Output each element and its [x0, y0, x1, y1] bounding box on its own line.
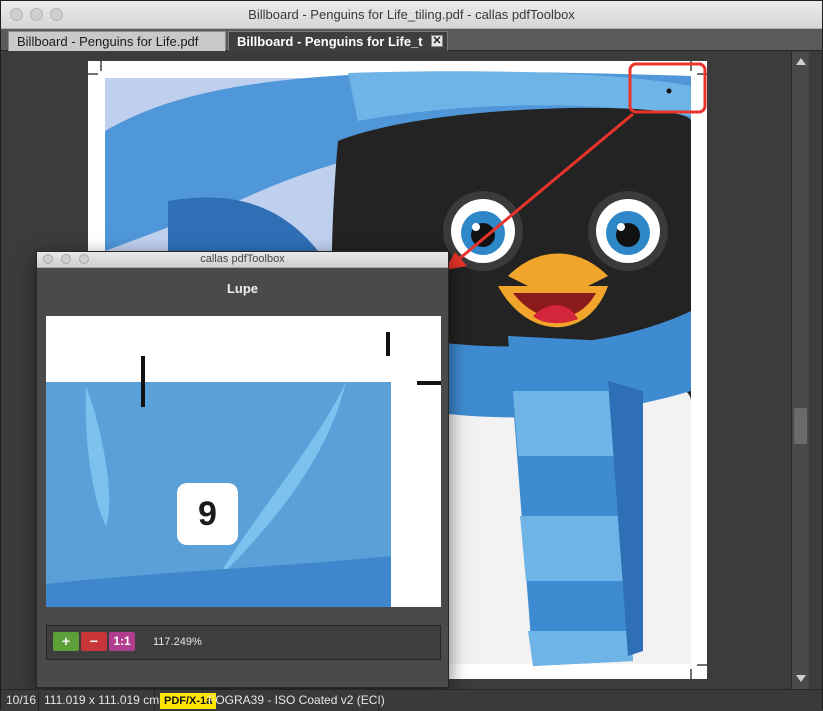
pdf-standard-cell[interactable]: PDF/X-1a	[155, 690, 217, 711]
zoom-in-button[interactable]: +	[53, 632, 79, 651]
zoom-value: 117.249%	[153, 636, 202, 648]
tab-billboard-tiling-pdf[interactable]: Billboard - Penguins for Life_t ✕	[228, 31, 448, 51]
page-indicator: 10/16	[1, 690, 39, 711]
tab-close-icon[interactable]: ✕	[431, 35, 443, 47]
actual-size-button[interactable]: 1:1	[109, 632, 135, 651]
tab-label: Billboard - Penguins for Life.pdf	[17, 34, 199, 49]
lupe-controls: + − 1:1 117.249%	[46, 625, 441, 660]
tile-number-badge: 9	[177, 483, 238, 545]
lupe-window-title: callas pdfToolbox	[200, 253, 285, 265]
lupe-magnified-view[interactable]: 9	[46, 316, 441, 607]
tab-label: Billboard - Penguins for Life_t	[237, 34, 423, 49]
document-tab-bar: Billboard - Penguins for Life.pdf Billbo…	[1, 29, 822, 51]
vertical-scrollbar[interactable]	[791, 52, 809, 689]
zoom-out-button[interactable]: −	[81, 632, 107, 651]
highlight-dot	[666, 88, 672, 94]
highlight-box	[628, 62, 707, 114]
lupe-crop-mark	[386, 332, 390, 356]
app-window: Billboard - Penguins for Life_tiling.pdf…	[0, 0, 823, 711]
lupe-heading: Lupe	[226, 281, 259, 296]
scroll-thumb[interactable]	[794, 408, 807, 444]
tab-billboard-pdf[interactable]: Billboard - Penguins for Life.pdf	[8, 31, 226, 51]
page-dimensions: 111.019 x 111.019 cm	[39, 690, 159, 711]
color-profile: FOGRA39 - ISO Coated v2 (ECI)	[203, 690, 385, 711]
lupe-window: callas pdfToolbox Lupe 9 + − 1:1 117.249…	[36, 251, 449, 688]
scroll-down-icon[interactable]	[796, 675, 806, 682]
pointer-arrow-line	[452, 112, 634, 266]
window-title: Billboard - Penguins for Life_tiling.pdf…	[248, 7, 575, 22]
title-bar: Billboard - Penguins for Life_tiling.pdf…	[1, 1, 822, 29]
lupe-title-bar[interactable]: callas pdfToolbox	[37, 252, 448, 268]
lupe-crop-mark	[417, 381, 441, 385]
lupe-crop-mark	[141, 356, 145, 407]
lupe-artwork	[46, 332, 441, 607]
status-bar: 10/16 111.019 x 111.019 cm PDF/X-1a FOGR…	[1, 689, 822, 711]
scroll-up-icon[interactable]	[796, 58, 806, 65]
